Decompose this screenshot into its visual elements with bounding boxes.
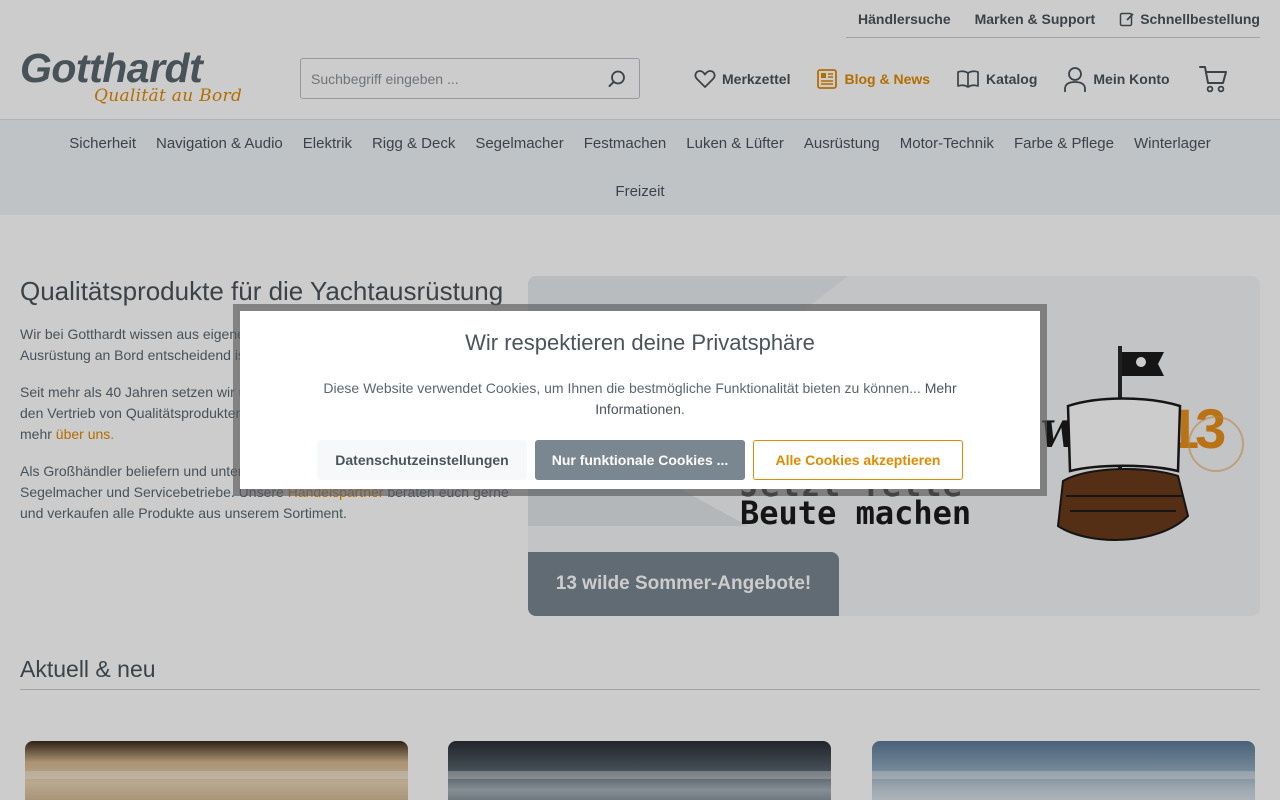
accept-all-cookies-button[interactable]: Alle Cookies akzeptieren [753, 440, 963, 480]
functional-cookies-button[interactable]: Nur funktionale Cookies ... [535, 440, 745, 480]
cookie-button-row: Datenschutzeinstellungen Nur funktionale… [240, 440, 1040, 480]
cookie-message-text: Diese Website verwendet Cookies, um Ihne… [323, 380, 921, 396]
cookie-consent-modal: Wir respektieren deine Privatsphäre Dies… [240, 311, 1040, 489]
privacy-settings-button[interactable]: Datenschutzeinstellungen [317, 440, 527, 480]
cookie-modal-message: Diese Website verwendet Cookies, um Ihne… [323, 380, 957, 417]
cookie-modal-title: Wir respektieren deine Privatsphäre [465, 330, 815, 355]
